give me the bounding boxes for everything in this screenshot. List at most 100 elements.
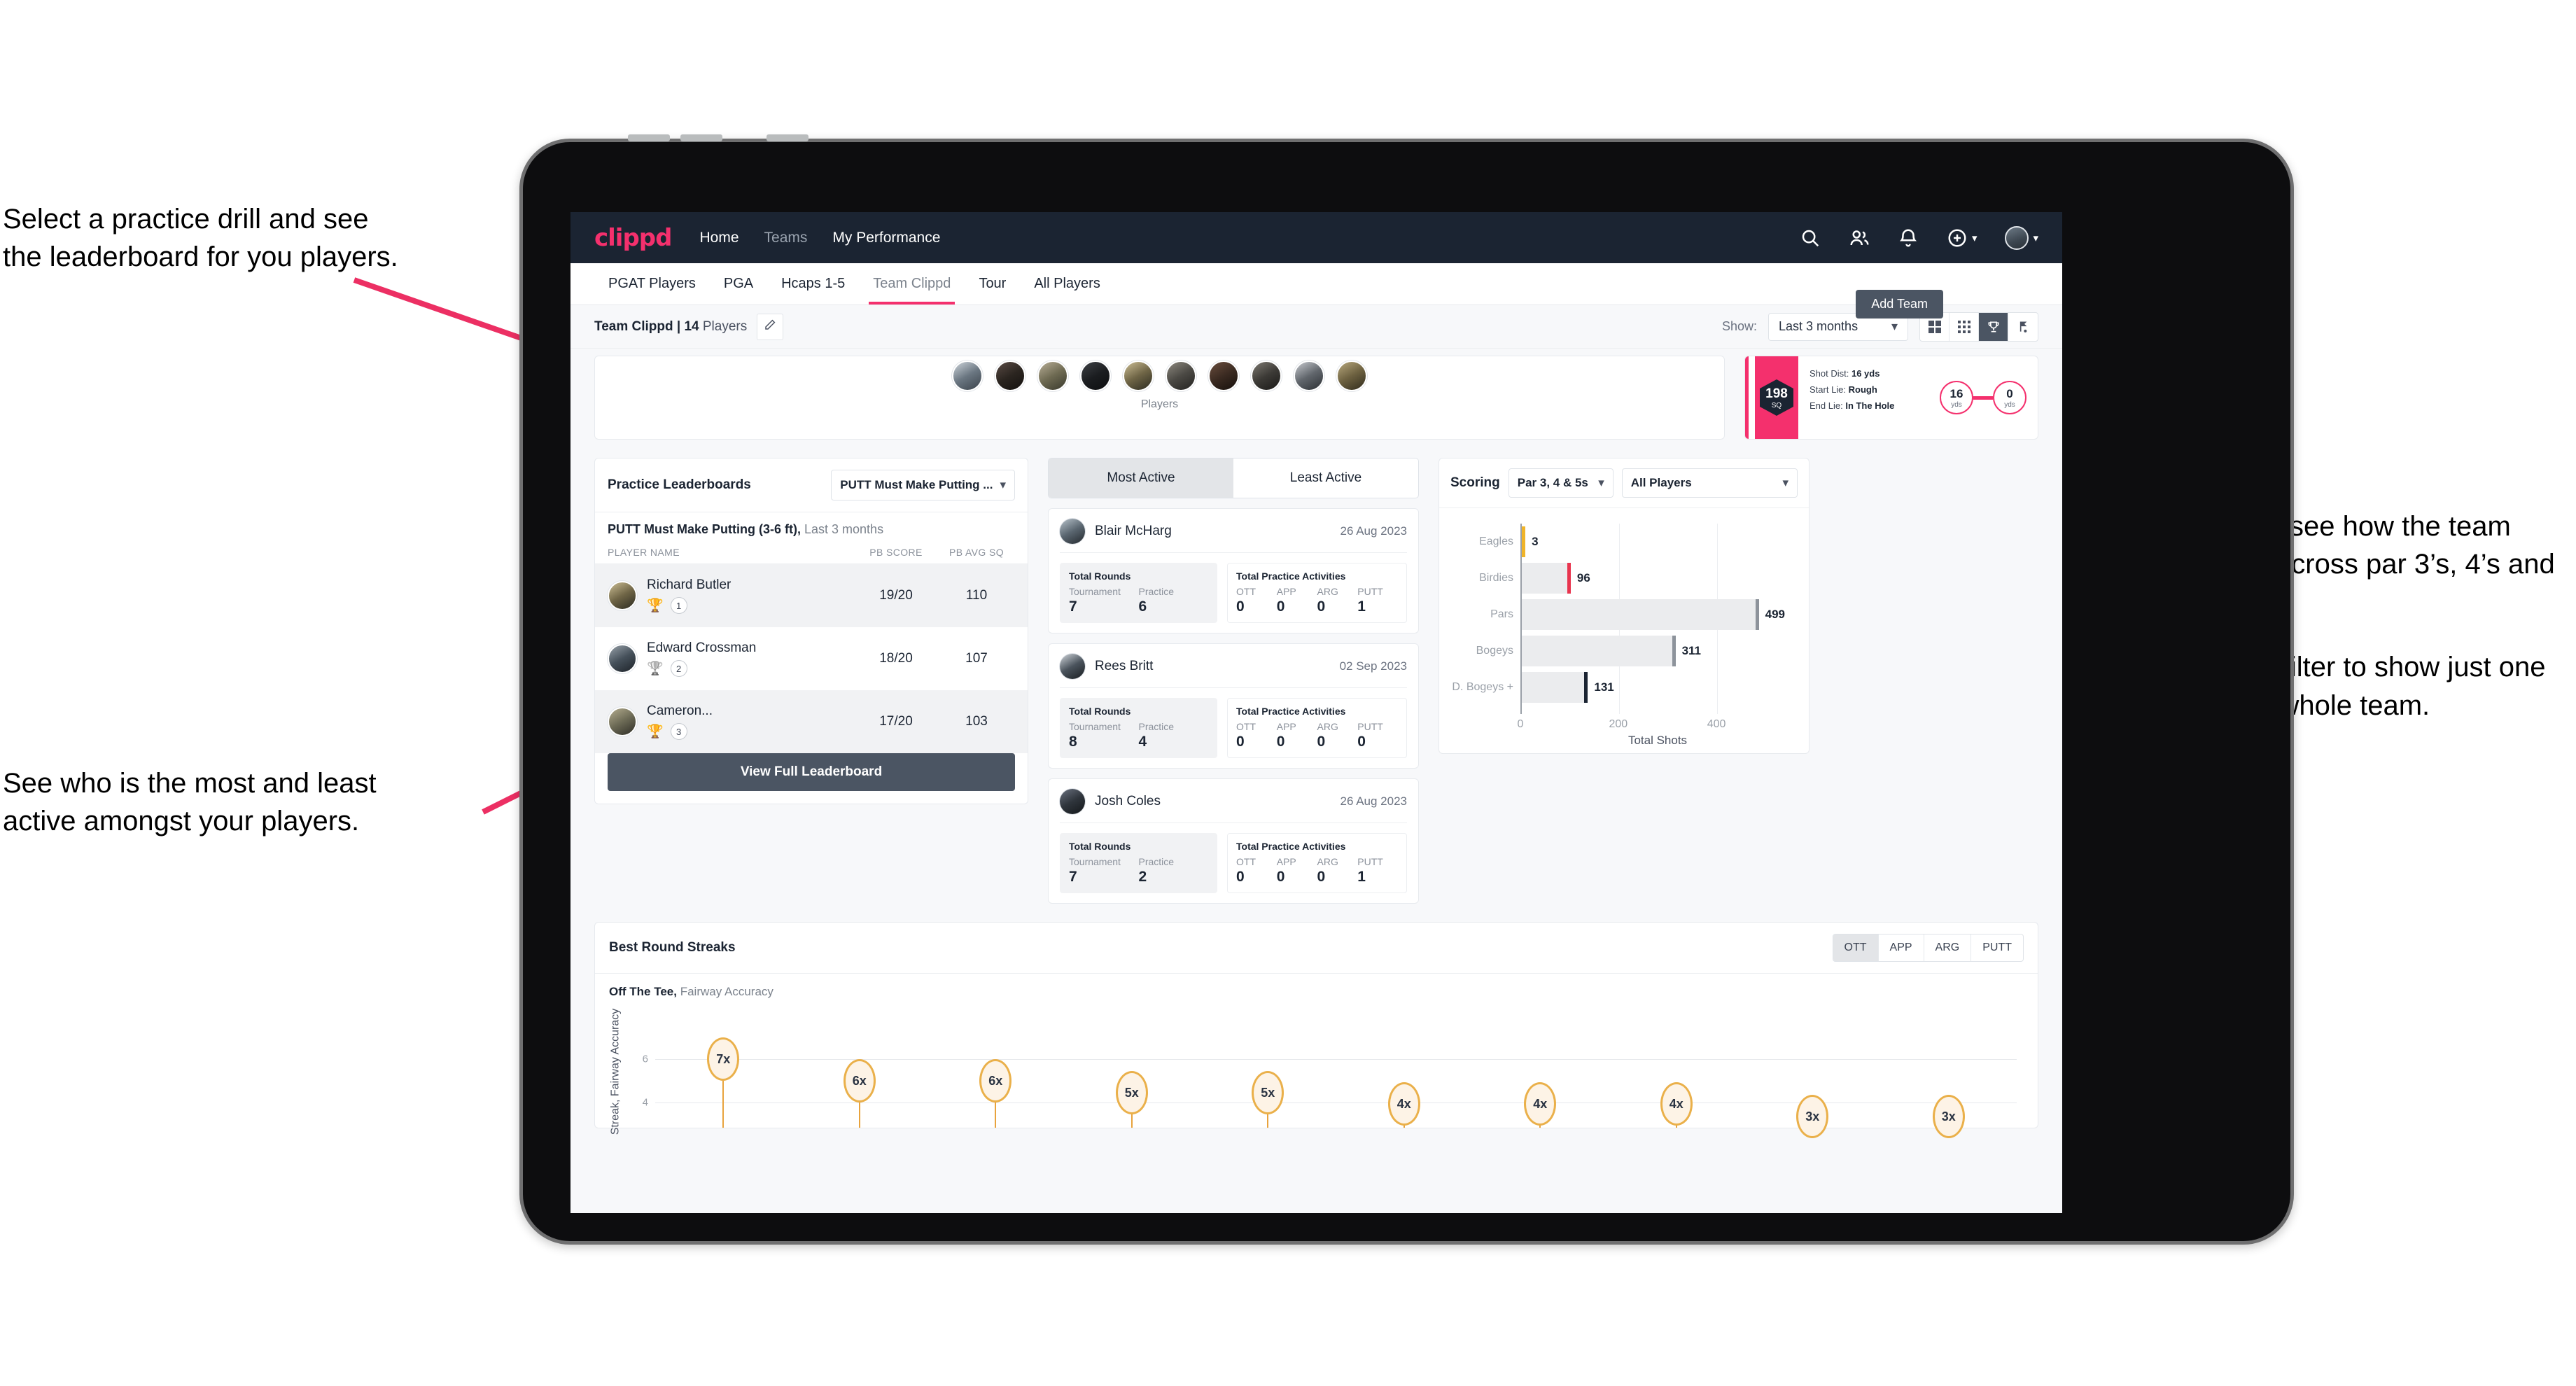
nav-link-home[interactable]: Home <box>699 230 738 246</box>
team-title: Team Clippd | 14 Players <box>594 319 747 335</box>
flag-icon[interactable] <box>2008 313 2038 341</box>
rounds-practice-value: 4 <box>1138 734 1147 750</box>
people-icon[interactable] <box>1849 227 1870 248</box>
activity-player-card[interactable]: Rees Britt 02 Sep 2023 Total Rounds Tour… <box>1048 643 1419 769</box>
annotation-line: active amongst your players. <box>3 806 360 837</box>
activity-panel: Most Active Least Active Blair McHarg 26… <box>1048 458 1419 904</box>
view-full-leaderboard-button[interactable]: View Full Leaderboard <box>608 753 1015 791</box>
primary-nav: Home Teams My Performance <box>699 230 940 246</box>
pb-avg-sq: 103 <box>965 714 988 729</box>
bar-row-double-bogeys: D. Bogeys + 131 <box>1452 672 1785 703</box>
segment-arg[interactable]: ARG <box>1924 934 1972 961</box>
nav-link-my-performance[interactable]: My Performance <box>832 230 940 246</box>
avatar[interactable] <box>995 360 1026 391</box>
practice-putt-value: 1 <box>1357 598 1366 615</box>
add-team-button[interactable]: Add Team <box>1856 290 1943 318</box>
activity-player-card[interactable]: Blair McHarg 26 Aug 2023 Total Rounds To… <box>1048 508 1419 634</box>
practice-ott-label: OTT <box>1236 856 1256 867</box>
player-name: Rees Britt <box>1095 659 1154 673</box>
streak-marker[interactable]: 4x <box>1387 1082 1420 1128</box>
avatar[interactable] <box>1123 360 1154 391</box>
y-tick: 4 <box>642 1096 648 1109</box>
avatar[interactable] <box>1336 360 1367 391</box>
tab-team-clippd[interactable]: Team Clippd <box>859 263 965 304</box>
streak-marker[interactable]: 5x <box>1115 1071 1148 1128</box>
bar-cap <box>1672 636 1676 666</box>
player-name: Josh Coles <box>1095 794 1161 808</box>
practice-activities-values: OTT 0 APP 0 ARG 0 PUTT 1 <box>1236 586 1398 615</box>
annotation-line: the leaderboard for you players. <box>3 241 398 273</box>
drill-select[interactable]: PUTT Must Make Putting ... ▾ <box>831 470 1015 500</box>
bar-bogeys <box>1522 636 1676 666</box>
streak-marker[interactable]: 4x <box>1660 1082 1693 1128</box>
streak-marker[interactable]: 6x <box>979 1059 1012 1128</box>
practice-arg-label: ARG <box>1317 586 1338 597</box>
rounds-practice-label: Practice <box>1138 856 1175 867</box>
avatar[interactable] <box>952 360 983 391</box>
practice-ott-label: OTT <box>1236 586 1256 597</box>
practice-app: APP 0 <box>1277 721 1317 750</box>
table-row[interactable]: Edward Crossman 🏆 2 18/20 107 <box>595 627 1028 690</box>
practice-putt: PUTT 1 <box>1357 586 1398 615</box>
activity-player-card[interactable]: Josh Coles 26 Aug 2023 Total Rounds Tour… <box>1048 778 1419 904</box>
streak-marker[interactable]: 3x <box>1932 1095 1965 1138</box>
tab-pga[interactable]: PGA <box>710 263 767 304</box>
player-name: Cameron... <box>647 704 713 718</box>
segment-app[interactable]: APP <box>1879 934 1924 961</box>
tab-least-active[interactable]: Least Active <box>1233 458 1418 498</box>
grid-small-icon[interactable] <box>1949 312 1979 341</box>
search-icon[interactable] <box>1800 227 1821 248</box>
add-menu[interactable]: ▾ <box>1947 227 1977 248</box>
shot-dist-value: 16 yds <box>1851 368 1880 379</box>
rounds-practice-label: Practice <box>1138 721 1175 732</box>
streak-marker[interactable]: 4x <box>1524 1082 1557 1128</box>
total-rounds-title: Total Rounds <box>1069 841 1131 852</box>
edit-team-button[interactable] <box>757 313 784 340</box>
nav-link-teams[interactable]: Teams <box>764 230 808 246</box>
device-button <box>766 134 808 141</box>
trophy-icon[interactable] <box>1979 312 2008 341</box>
avatar <box>1060 519 1085 544</box>
par-filter-select[interactable]: Par 3, 4 & 5s ▾ <box>1508 468 1614 498</box>
segment-ott[interactable]: OTT <box>1833 934 1879 961</box>
avatar[interactable] <box>1166 360 1196 391</box>
player-filter-select[interactable]: All Players ▾ <box>1621 468 1798 498</box>
chevron-down-icon: ▾ <box>1000 478 1006 491</box>
bell-icon[interactable] <box>1898 227 1919 248</box>
period-value: Last 3 months <box>1779 319 1858 333</box>
tab-pgat-players[interactable]: PGAT Players <box>594 263 710 304</box>
practice-putt-value: 1 <box>1357 869 1366 885</box>
avatar[interactable] <box>1037 360 1068 391</box>
streaks-metric: Off The Tee, <box>609 985 677 998</box>
streak-marker[interactable]: 7x <box>707 1037 740 1128</box>
tab-tour[interactable]: Tour <box>965 263 1020 304</box>
practice-activities-title: Total Practice Activities <box>1236 706 1346 717</box>
tab-hcaps-1-5[interactable]: Hcaps 1-5 <box>767 263 859 304</box>
avatar[interactable] <box>1080 360 1111 391</box>
plus-circle-icon[interactable] <box>1947 227 1968 248</box>
practice-putt-label: PUTT <box>1357 856 1383 867</box>
avatar[interactable] <box>1251 360 1282 391</box>
streak-value: 7x <box>707 1037 740 1081</box>
table-row[interactable]: Cameron... 🏆 3 17/20 103 <box>595 690 1028 753</box>
streak-marker[interactable]: 6x <box>843 1059 876 1128</box>
avatar[interactable] <box>1208 360 1239 391</box>
scoring-plot-area: Eagles 3 Birdies 96 Pars 499 Bogeys 311 … <box>1452 524 1785 714</box>
account-menu[interactable]: ▾ <box>2005 225 2038 250</box>
chevron-down-icon: ▾ <box>1891 319 1898 333</box>
last-activity-date: 02 Sep 2023 <box>1339 659 1407 673</box>
streak-marker[interactable]: 5x <box>1252 1071 1284 1128</box>
streak-marker[interactable]: 3x <box>1796 1095 1829 1138</box>
table-row[interactable]: Richard Butler 🏆 1 19/20 110 <box>595 564 1028 627</box>
avatar[interactable] <box>1294 360 1324 391</box>
activity-player-body: Total Rounds Tournament 8 Practice 4 Tot… <box>1060 698 1407 758</box>
clippd-logo[interactable]: clippd <box>594 224 672 252</box>
tab-all-players[interactable]: All Players <box>1020 263 1114 304</box>
start-distance-value: 16 <box>1949 386 1963 400</box>
segment-putt[interactable]: PUTT <box>1971 934 2023 961</box>
shot-detail-row: End Lie: In The Hole <box>1809 398 1894 414</box>
avatar[interactable] <box>2005 225 2029 250</box>
total-rounds-values: Tournament 7 Practice 2 <box>1069 856 1208 886</box>
tab-most-active[interactable]: Most Active <box>1049 458 1233 498</box>
player-name: Edward Crossman <box>647 640 757 655</box>
